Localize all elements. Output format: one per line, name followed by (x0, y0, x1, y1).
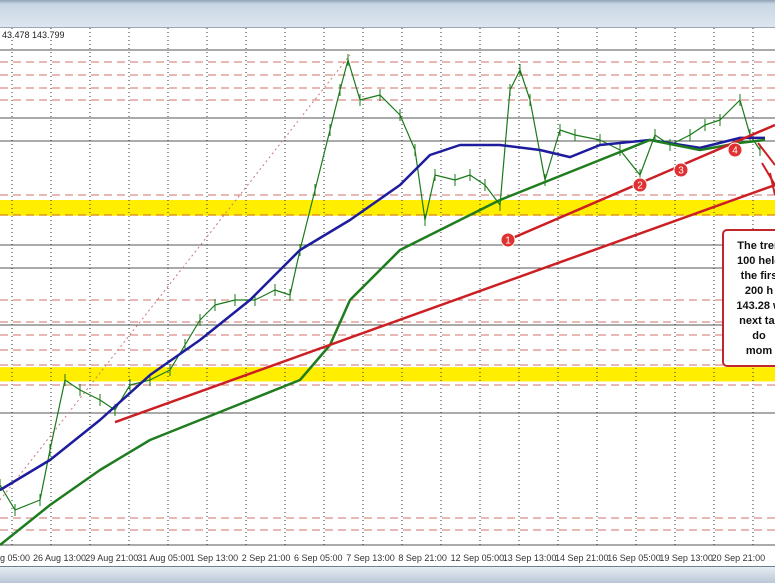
note-line: next tar (739, 315, 775, 327)
annotation-box: The tren 100 held the firs 200 h 143.28 … (722, 229, 775, 367)
support-band (0, 200, 775, 216)
window-titlebar (0, 0, 775, 28)
price-chart[interactable]: 1 2 3 4 (0, 28, 775, 548)
x-tick-label: 13 Sep 13:00 (502, 553, 557, 563)
x-tick-label: 2 Sep 21:00 (241, 553, 291, 563)
note-line: the firs (740, 270, 775, 282)
x-tick-label: 29 Aug 21:00 (85, 553, 139, 563)
ma100-line (0, 136, 765, 492)
fib-line (0, 54, 351, 501)
x-tick-label: g 05:00 (0, 553, 31, 563)
x-tick-label: 7 Sep 13:00 (346, 553, 395, 563)
price-line (0, 59, 761, 511)
x-tick-label: 31 Aug 05:00 (137, 553, 191, 563)
x-tick-label: 14 Sep 21:00 (555, 553, 609, 563)
marker-label: 2 (637, 181, 643, 192)
note-line: The tren (737, 240, 775, 252)
note-line: mom (745, 345, 773, 357)
x-tick-label: 12 Sep 05:00 (450, 553, 505, 563)
x-tick-label: 6 Sep 05:00 (294, 553, 343, 563)
marker-label: 4 (732, 146, 738, 157)
x-tick-label: 26 Aug 13:00 (33, 553, 87, 563)
note-line: do (752, 330, 766, 342)
x-tick-label: 1 Sep 13:00 (189, 553, 239, 563)
note-line: 200 h (744, 285, 774, 297)
support-band (0, 367, 775, 382)
status-bar (0, 566, 775, 583)
x-tick-label: 19 Sep 13:00 (659, 553, 713, 563)
x-tick-label: 8 Sep 21:00 (398, 553, 447, 563)
note-line: 100 held (736, 255, 775, 267)
marker-label: 3 (678, 166, 684, 177)
trendline (114, 183, 775, 424)
x-tick-label: 20 Sep 21:00 (711, 553, 766, 563)
marker-label: 1 (505, 236, 511, 247)
ohlc-readout: 43.478 143.799 (0, 30, 67, 40)
x-tick-label: 16 Sep 05:00 (607, 553, 661, 563)
arrow (757, 142, 775, 166)
note-line: 143.28 w (736, 300, 775, 312)
arrow (761, 162, 775, 186)
